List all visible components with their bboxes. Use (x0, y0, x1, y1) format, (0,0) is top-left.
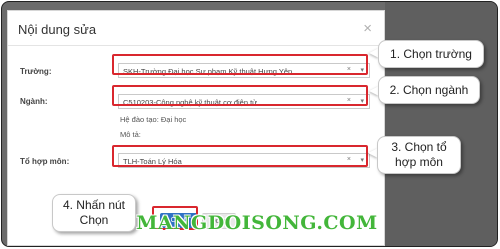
callout-chon-truong-text: 1. Chọn trường (390, 46, 472, 61)
callout-chon-to-hop-line1: 3. Chọn tổ (391, 140, 447, 154)
mo-ta-text: Mô tả: (120, 130, 141, 139)
screenshot-frame: Nội dung sửa × Trường: SKH-Trường Đại họ… (1, 1, 498, 247)
dialog-header: Nội dung sửa × (8, 11, 384, 46)
truong-label: Trường: (20, 67, 52, 76)
modal-backdrop (385, 2, 497, 246)
callout-chon-truong: 1. Chọn trường (378, 40, 484, 68)
highlight-nganh (112, 85, 368, 106)
watermark-text: MANGDOISONG.COM (136, 212, 378, 234)
to-hop-mon-label: Tổ hợp môn: (20, 157, 70, 166)
dialog-title: Nội dung sửa (18, 22, 97, 37)
he-dao-tao-text: Hệ đào tạo: Đại học (120, 115, 187, 124)
highlight-to-hop-mon (112, 145, 368, 167)
callout-chon-to-hop-line2: hợp môn (395, 155, 443, 169)
highlight-truong (112, 54, 368, 75)
callout-chon-nganh-text: 2. Chọn ngành (389, 82, 469, 97)
close-icon[interactable]: × (363, 21, 372, 36)
callout-chon-nganh: 2. Chọn ngành (378, 76, 480, 104)
nganh-label: Ngành: (20, 97, 48, 106)
callout-nhan-nut-line2: Chọn (79, 213, 109, 227)
callout-nhan-nut-line1: 4. Nhấn nút (62, 198, 126, 212)
callout-chon-to-hop-mon: 3. Chọn tổ hợp môn (377, 136, 461, 174)
